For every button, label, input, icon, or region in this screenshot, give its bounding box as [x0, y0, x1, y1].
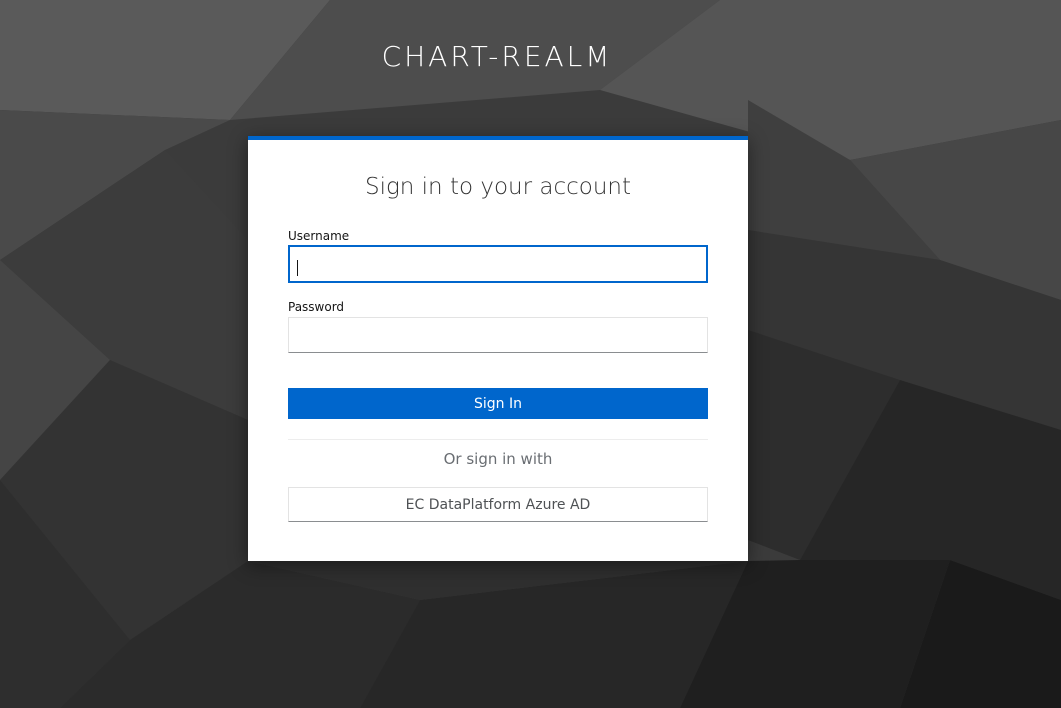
sign-in-button[interactable]: Sign In	[288, 388, 708, 419]
realm-title: CHART-REALM	[381, 40, 613, 73]
username-label: Username	[288, 229, 350, 243]
text-caret	[297, 260, 298, 276]
section-divider	[288, 439, 708, 440]
password-label: Password	[288, 300, 345, 314]
login-card: Sign in to your account Username Passwor…	[248, 136, 748, 561]
password-input[interactable]	[288, 317, 708, 353]
login-heading: Sign in to your account	[364, 174, 632, 200]
username-input[interactable]	[288, 245, 708, 283]
alt-signin-text: Or sign in with	[443, 450, 553, 468]
azure-ad-signin-button[interactable]: EC DataPlatform Azure AD	[288, 487, 708, 522]
